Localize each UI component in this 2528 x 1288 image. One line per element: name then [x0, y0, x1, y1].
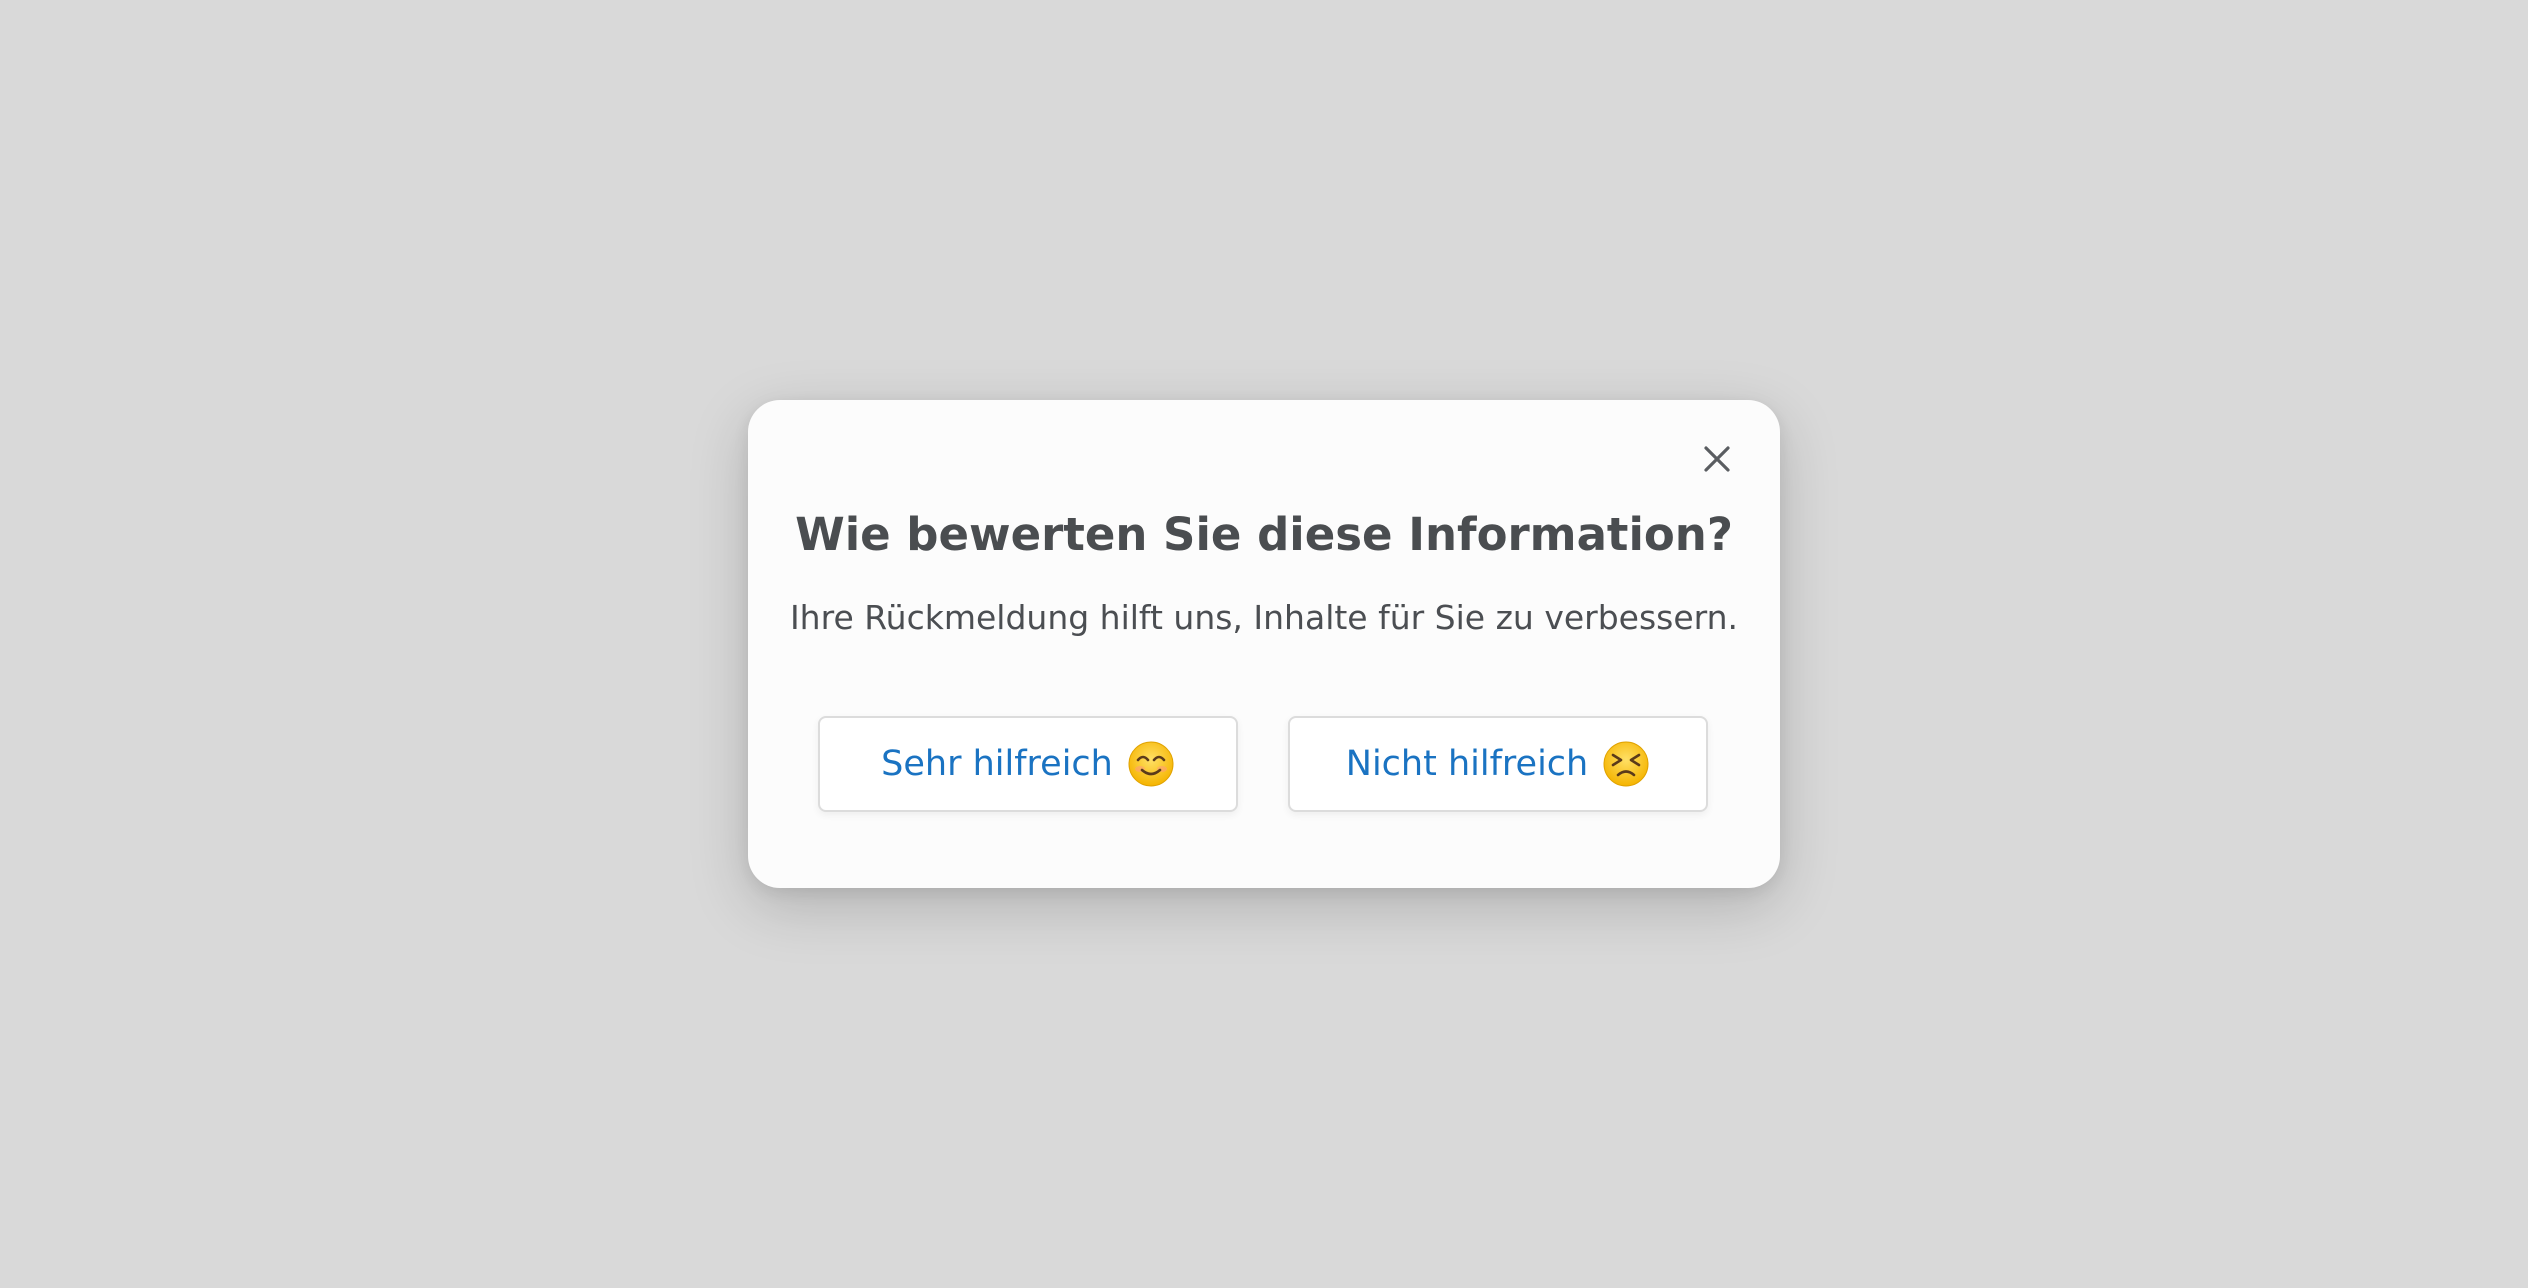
close-button[interactable]	[1694, 436, 1740, 482]
dialog-subtitle: Ihre Rückmeldung hilft uns, Inhalte für …	[789, 598, 1739, 637]
very-helpful-button[interactable]: Sehr hilfreich	[818, 716, 1238, 812]
not-helpful-label: Nicht hilfreich	[1345, 744, 1589, 784]
persevering-face-icon	[1603, 741, 1649, 787]
not-helpful-button[interactable]: Nicht hilfreich	[1288, 716, 1708, 812]
dialog-title: Wie bewerten Sie diese Information?	[795, 508, 1733, 561]
feedback-dialog: Wie bewerten Sie diese Information? Ihre…	[748, 400, 1780, 888]
very-helpful-label: Sehr hilfreich	[881, 744, 1113, 784]
close-icon	[1704, 446, 1730, 472]
smiling-face-icon	[1128, 741, 1174, 787]
